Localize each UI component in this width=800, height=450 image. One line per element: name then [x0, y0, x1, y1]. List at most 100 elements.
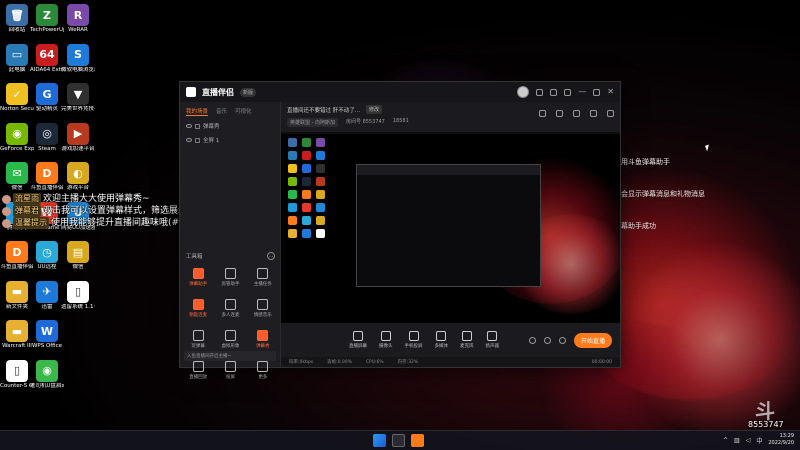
list-icon[interactable]	[573, 110, 580, 117]
lock-icon[interactable]	[195, 123, 200, 129]
close-icon[interactable]: ✕	[607, 88, 614, 96]
eye-icon[interactable]	[186, 138, 192, 142]
message-icon[interactable]	[536, 88, 544, 96]
tab-my-scenes[interactable]: 我的场景	[186, 107, 209, 116]
camera-toggle-icon[interactable]	[528, 336, 536, 344]
desktop-icon[interactable]: ▤ 微信	[61, 241, 95, 271]
desktop-icon[interactable]: ✈ 迅雷	[30, 280, 64, 311]
tool-icon	[192, 299, 204, 310]
scene-item[interactable]: 全屏 1	[180, 133, 280, 147]
control-label: 直播屏幕	[349, 344, 367, 349]
desktop-icon[interactable]: ▬ 新文件夹	[0, 280, 34, 311]
tool-label: 多人连麦	[221, 313, 240, 318]
desktop-icon[interactable]: ▭ 此电脑	[0, 43, 34, 74]
phone-cast-button[interactable]: 手机投屏	[405, 331, 423, 349]
menu-icon[interactable]	[564, 88, 572, 96]
desktop-icon[interactable]: 🗑 回收站	[0, 4, 34, 34]
start-icon[interactable]	[373, 434, 386, 447]
toolbox-item[interactable]: 虚拟形象	[214, 330, 246, 349]
input-language[interactable]: 中	[756, 436, 762, 445]
desktop-icon[interactable]: ◷ UU远程	[30, 241, 64, 271]
chevron-up-icon[interactable]: ^	[723, 437, 728, 444]
desktop-icon[interactable]: S微软电脑浏览器	[61, 43, 95, 74]
desktop-icon[interactable]: ◉GeForce Experience	[0, 122, 34, 153]
volume-icon[interactable]: ◁	[746, 437, 751, 444]
maximize-icon[interactable]	[593, 88, 601, 96]
toolbox-item[interactable]: 投屏	[214, 361, 246, 380]
desktop-icon[interactable]: ZTechPowerUp GPU-Z	[30, 4, 64, 34]
tab-visual[interactable]: 可视化	[235, 107, 252, 116]
desktop-app-icon: R	[67, 4, 89, 26]
desktop-icon[interactable]: W WPS Office	[30, 320, 64, 350]
desktop-icon[interactable]: ▯Counter-S Global Off	[0, 359, 34, 390]
network-icon[interactable]: ▥	[734, 437, 740, 444]
camera-button[interactable]: 摄像头	[379, 331, 393, 349]
bell-icon[interactable]	[590, 110, 597, 117]
toolbox-item[interactable]: 钥匙连麦	[182, 299, 214, 318]
toolbox-item[interactable]: 玩弹幕	[182, 330, 214, 349]
bitrate-stat: 码率:0kbps	[289, 360, 314, 365]
desktop-icon[interactable]: 64AIDA64 Extreme	[30, 43, 64, 74]
avatar	[2, 194, 11, 204]
minimize-icon[interactable]: —	[578, 88, 586, 96]
desktop-icon[interactable]: D 斗鱼直播伴侣	[30, 162, 64, 192]
microphone-button[interactable]: 麦克风	[460, 331, 474, 349]
desktop-app-icon: ◉	[6, 122, 28, 145]
desktop-icon-label: TechPowerUp GPU-Z	[30, 27, 64, 33]
media-button[interactable]: 多媒体	[435, 331, 448, 349]
scene-item[interactable]: 弹幕秀	[180, 119, 280, 133]
share-icon[interactable]	[539, 110, 546, 117]
edit-title-button[interactable]: 修改	[366, 105, 383, 114]
gift-icon[interactable]	[556, 110, 563, 117]
tab-music[interactable]: 音乐	[216, 107, 227, 116]
toolbox-item[interactable]: 更多	[247, 361, 279, 380]
user-avatar[interactable]	[517, 86, 530, 98]
desktop-icon[interactable]: ◐ 游戏平台	[61, 162, 95, 192]
stream-preview[interactable]	[281, 134, 620, 323]
lock-icon[interactable]	[195, 137, 200, 143]
link-icon[interactable]	[607, 110, 614, 117]
version-badge[interactable]: 新版	[240, 87, 257, 97]
desktop-icon[interactable]: ▯遗留系统 1.1~1.31	[61, 280, 95, 311]
chat-username: 流星雨	[13, 193, 41, 205]
desktop-app-icon: ✈	[36, 280, 58, 303]
desktop-icon[interactable]: G 驱动精灵	[30, 83, 64, 113]
app-logo-icon	[186, 87, 196, 97]
speaker-button[interactable]: 扬声器	[486, 331, 499, 349]
toolbox-item[interactable]: 情感音乐	[247, 299, 279, 318]
toolbox-item[interactable]: 弹幕助手	[182, 268, 214, 287]
notice-bar[interactable]: 入鱼直播间开启主播~	[184, 351, 276, 361]
desktop-icon[interactable]: ◉老司机U盘启动制作工具	[30, 359, 64, 390]
settings-icon[interactable]	[558, 336, 566, 344]
live-companion-taskbar-icon[interactable]	[411, 434, 424, 447]
desktop-icon[interactable]: D 斗鱼直播伴侣	[0, 241, 34, 271]
search-icon[interactable]	[392, 434, 405, 447]
tool-icon	[192, 361, 204, 372]
category-label[interactable]: 英雄联盟 - 向阿斯加	[287, 118, 338, 127]
toolbox-item[interactable]: 多人连麦	[214, 299, 246, 318]
desktop-app-icon: ▬	[6, 280, 28, 303]
desktop-icon[interactable]: ◎ Steam	[30, 122, 64, 153]
toolbox-item[interactable]: 主播任务	[247, 268, 279, 287]
desktop-icon[interactable]: ✉ 微信	[0, 162, 34, 192]
desktop-icon[interactable]: ✓Norton Security	[0, 83, 34, 113]
desktop-icon-label: 驱动精灵	[35, 106, 58, 112]
desktop-icon[interactable]: ▼完美世界竞技平台	[61, 83, 95, 113]
desktop-icon[interactable]: ▬ Warcraft III	[0, 320, 34, 350]
desktop-icon[interactable]: ▶ 游戏加速平台	[61, 122, 95, 153]
screen-capture-button[interactable]: 直播屏幕	[349, 331, 367, 349]
start-live-button[interactable]: 开始直播	[573, 332, 612, 348]
clock-date: 2022/9/20	[768, 440, 794, 446]
desktop-icon[interactable]: R WeRAR	[61, 4, 95, 34]
toolbox-item[interactable]: 直播回放	[182, 361, 214, 380]
chat-line: 弹幕君 双击我可以设置弹幕样式，筛选展示哦~	[2, 205, 208, 217]
toolbox-item[interactable]: 房管助手	[214, 268, 246, 287]
settings-icon[interactable]	[550, 88, 558, 96]
douyu-watermark-icon: 斗	[755, 399, 775, 423]
desktop-icon-label: Counter-S Global Off	[0, 382, 34, 389]
clock[interactable]: 13:29 2022/9/20	[768, 433, 794, 447]
toolbox-item[interactable]: 弹幕秀	[247, 330, 279, 349]
eye-icon[interactable]	[543, 336, 551, 344]
eye-icon[interactable]	[186, 124, 192, 128]
more-icon[interactable]: …	[267, 252, 275, 260]
